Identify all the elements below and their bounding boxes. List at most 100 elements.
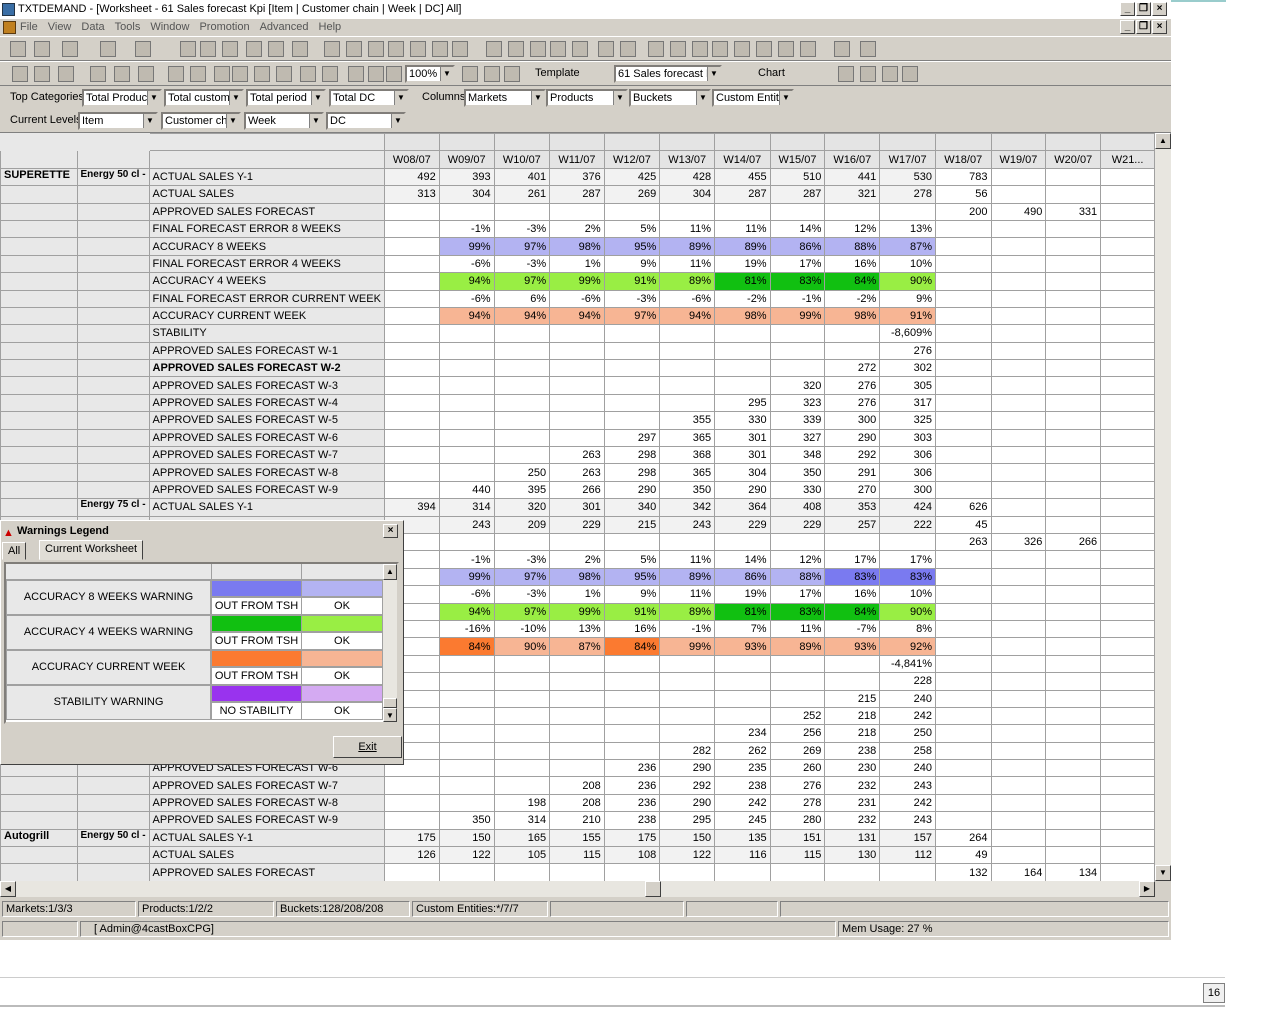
data-cell[interactable]: [1100, 550, 1155, 569]
data-cell[interactable]: 290: [659, 759, 716, 778]
data-cell[interactable]: 240: [879, 689, 936, 708]
data-cell[interactable]: [990, 254, 1047, 274]
data-cell[interactable]: 276: [879, 341, 936, 361]
market-cell[interactable]: [0, 359, 78, 378]
data-cell[interactable]: 292: [659, 776, 716, 795]
data-cell[interactable]: [493, 428, 551, 448]
data-cell[interactable]: [990, 672, 1047, 691]
toolbar-icon[interactable]: [214, 66, 230, 82]
data-cell[interactable]: 99%: [769, 306, 826, 326]
data-cell[interactable]: [714, 202, 771, 221]
data-cell[interactable]: [1045, 306, 1102, 326]
data-cell[interactable]: [1045, 793, 1102, 813]
measure-cell[interactable]: APPROVED SALES FORECAST W-1: [148, 341, 385, 361]
data-cell[interactable]: [438, 706, 495, 726]
data-cell[interactable]: [990, 776, 1047, 795]
data-cell[interactable]: 323: [769, 393, 826, 413]
data-cell[interactable]: 292: [824, 446, 881, 465]
data-cell[interactable]: [493, 863, 551, 881]
toolbar-icon[interactable]: [432, 41, 448, 57]
data-cell[interactable]: 17%: [824, 550, 881, 569]
data-cell[interactable]: -3%: [493, 550, 551, 569]
data-cell[interactable]: 49: [934, 846, 992, 865]
data-cell[interactable]: [990, 741, 1047, 761]
data-cell[interactable]: [659, 689, 716, 708]
data-cell[interactable]: 99%: [438, 567, 495, 587]
data-cell[interactable]: [603, 724, 661, 743]
data-cell[interactable]: 270: [824, 480, 881, 500]
tab-all[interactable]: All: [2, 542, 27, 560]
data-cell[interactable]: 355: [659, 411, 716, 430]
data-cell[interactable]: [1100, 724, 1155, 743]
data-cell[interactable]: [990, 846, 1047, 865]
data-cell[interactable]: [1045, 741, 1102, 761]
measure-cell[interactable]: APPROVED SALES FORECAST: [148, 863, 385, 881]
data-cell[interactable]: [549, 532, 605, 552]
data-cell[interactable]: 16%: [603, 619, 661, 639]
data-cell[interactable]: -6%: [438, 585, 495, 604]
data-cell[interactable]: [1100, 567, 1155, 587]
data-cell[interactable]: [1100, 272, 1155, 291]
data-cell[interactable]: [1100, 167, 1155, 187]
data-cell[interactable]: -6%: [438, 289, 495, 308]
data-cell[interactable]: [934, 585, 992, 604]
data-cell[interactable]: [1100, 393, 1155, 413]
data-cell[interactable]: [659, 654, 716, 674]
data-cell[interactable]: 10%: [879, 585, 936, 604]
toolbar-icon[interactable]: [800, 41, 816, 57]
data-cell[interactable]: [549, 741, 605, 761]
data-cell[interactable]: [493, 393, 551, 413]
data-cell[interactable]: 314: [493, 811, 551, 830]
product-cell[interactable]: [76, 341, 150, 361]
data-cell[interactable]: [438, 324, 495, 343]
data-cell[interactable]: [934, 654, 992, 674]
data-cell[interactable]: [493, 202, 551, 221]
data-cell[interactable]: 339: [769, 411, 826, 430]
data-cell[interactable]: 165: [493, 828, 551, 848]
measure-cell[interactable]: ACCURACY 4 WEEKS: [148, 272, 385, 291]
data-cell[interactable]: [1045, 341, 1102, 361]
data-cell[interactable]: [1045, 759, 1102, 778]
data-cell[interactable]: [990, 811, 1047, 830]
data-cell[interactable]: 327: [769, 428, 826, 448]
data-cell[interactable]: [990, 637, 1047, 656]
data-cell[interactable]: 115: [769, 846, 826, 865]
data-cell[interactable]: -1%: [438, 219, 495, 239]
market-cell[interactable]: [0, 272, 78, 291]
toolbar-icon[interactable]: [388, 41, 404, 57]
data-cell[interactable]: [934, 393, 992, 413]
data-cell[interactable]: 401: [493, 167, 551, 187]
data-cell[interactable]: 229: [549, 515, 605, 534]
toolbar-icon[interactable]: [386, 66, 402, 82]
data-cell[interactable]: [1045, 237, 1102, 256]
toolbar-icon[interactable]: [860, 66, 876, 82]
data-cell[interactable]: 304: [438, 185, 495, 204]
data-cell[interactable]: 272: [824, 359, 881, 378]
data-cell[interactable]: 783: [934, 167, 992, 187]
toolbar-icon[interactable]: [530, 41, 546, 57]
data-cell[interactable]: 175: [383, 828, 440, 848]
data-cell[interactable]: [493, 376, 551, 395]
data-cell[interactable]: 210: [549, 811, 605, 830]
data-cell[interactable]: 1%: [549, 254, 605, 274]
data-cell[interactable]: [824, 532, 881, 552]
data-cell[interactable]: [659, 324, 716, 343]
data-cell[interactable]: 89%: [659, 602, 716, 621]
worksheet-grid[interactable]: W08/07 W09/07 W10/07 W11/07 W12/07 W13/07 W14/…: [0, 133, 1155, 881]
market-cell[interactable]: [0, 498, 78, 517]
data-cell[interactable]: 236: [603, 793, 661, 813]
data-cell[interactable]: 266: [549, 480, 605, 500]
data-cell[interactable]: 5%: [603, 550, 661, 569]
data-cell[interactable]: [990, 185, 1047, 204]
data-cell[interactable]: 5%: [603, 219, 661, 239]
toolbar-icon[interactable]: [778, 41, 794, 57]
data-cell[interactable]: [714, 376, 771, 395]
data-cell[interactable]: 240: [879, 759, 936, 778]
data-cell[interactable]: 99%: [438, 237, 495, 256]
data-cell[interactable]: 278: [769, 793, 826, 813]
toolbar-icon[interactable]: [300, 66, 316, 82]
legend-scroll-up-icon[interactable]: ▲: [383, 564, 397, 580]
level-customer-select[interactable]: Customer chai ▼: [161, 112, 241, 130]
data-cell[interactable]: [934, 776, 992, 795]
data-cell[interactable]: 218: [824, 724, 881, 743]
